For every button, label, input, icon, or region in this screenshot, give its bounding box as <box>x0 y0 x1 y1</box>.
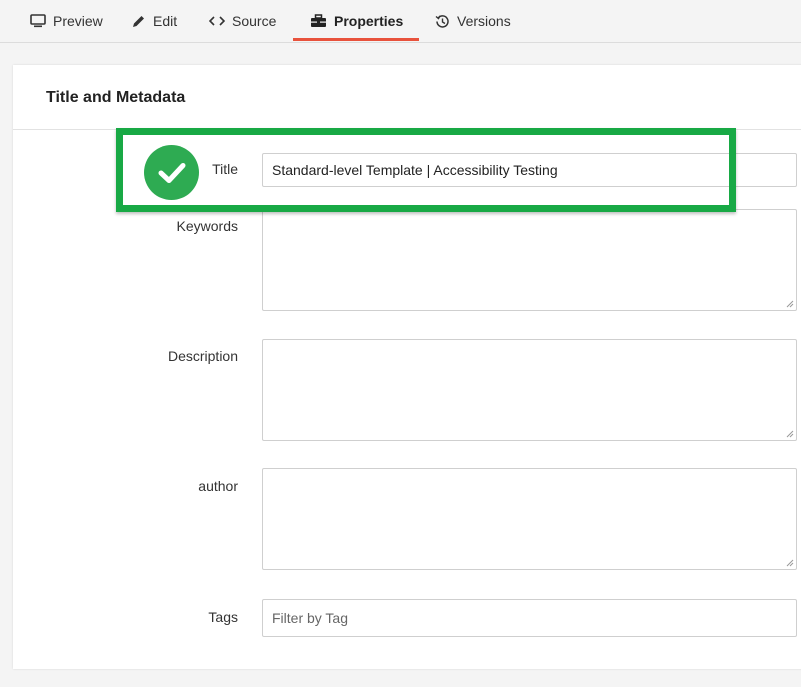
tab-edit-label: Edit <box>153 13 178 29</box>
keywords-label: Keywords <box>176 218 238 234</box>
description-textarea[interactable] <box>262 339 797 441</box>
author-label: author <box>198 478 238 494</box>
description-label: Description <box>167 348 238 364</box>
tags-filter-placeholder: Filter by Tag <box>272 610 348 626</box>
tab-source-label: Source <box>232 13 277 29</box>
tab-preview-label: Preview <box>53 13 103 29</box>
tab-source[interactable]: Source <box>209 0 276 42</box>
panel-header: Title and Metadata <box>13 65 801 130</box>
checkmark-badge <box>144 145 199 200</box>
tab-versions-label: Versions <box>457 13 511 29</box>
resize-grip-icon[interactable] <box>786 430 794 438</box>
title-input[interactable]: Standard-level Template | Accessibility … <box>262 153 797 187</box>
checkmark-icon <box>158 162 185 183</box>
author-textarea[interactable] <box>262 468 797 570</box>
tab-versions[interactable]: Versions <box>435 0 511 42</box>
history-icon <box>435 14 449 28</box>
view-tabs: Preview Edit Source Properties Versions <box>0 0 801 43</box>
monitor-icon <box>30 14 46 28</box>
tab-properties[interactable]: Properties <box>310 0 403 42</box>
resize-grip-icon[interactable] <box>786 559 794 567</box>
keywords-textarea[interactable] <box>262 209 797 311</box>
pencil-icon <box>133 15 144 27</box>
panel-title: Title and Metadata <box>46 89 186 106</box>
toolbox-icon <box>311 14 326 27</box>
resize-grip-icon[interactable] <box>786 300 794 308</box>
tab-edit[interactable]: Edit <box>131 0 177 42</box>
tab-properties-label: Properties <box>334 13 404 29</box>
title-label: Title <box>212 161 238 177</box>
tags-filter-input[interactable]: Filter by Tag <box>262 599 797 637</box>
title-input-value: Standard-level Template | Accessibility … <box>272 162 558 178</box>
active-tab-indicator <box>293 38 419 41</box>
code-icon <box>209 16 225 26</box>
tab-preview[interactable]: Preview <box>30 0 103 42</box>
tags-label: Tags <box>208 609 238 625</box>
